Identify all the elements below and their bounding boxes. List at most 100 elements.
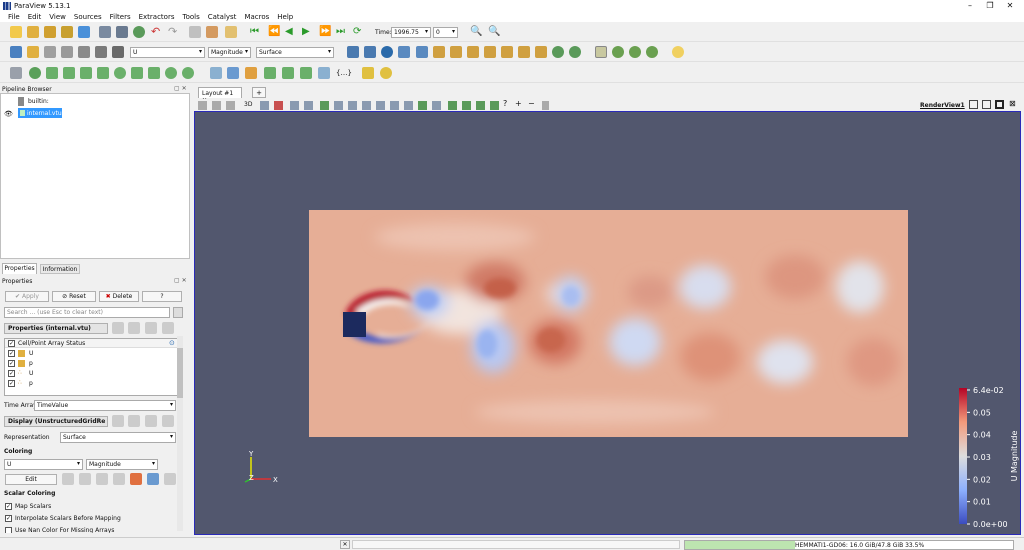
next-frame-icon[interactable]: ⏩ (319, 26, 331, 38)
properties-scrollbar[interactable] (177, 336, 183, 531)
advanced-gear-icon[interactable] (173, 307, 183, 318)
server-icon[interactable] (116, 26, 128, 38)
view-minus-y-icon[interactable] (484, 46, 496, 58)
view-plus-y-icon[interactable] (467, 46, 479, 58)
select-points-icon[interactable] (304, 101, 313, 110)
view-minus-z-icon[interactable] (518, 46, 530, 58)
first-frame-icon[interactable]: ⏮ (250, 26, 262, 38)
python-calculator-icon[interactable]: {…} (336, 67, 352, 79)
add-layout-button[interactable]: + (252, 87, 266, 98)
scrollbar-thumb[interactable] (177, 348, 183, 398)
shrink-selection-icon[interactable] (462, 101, 471, 110)
tab-layout-1[interactable]: Layout #1 ✕ (198, 87, 242, 104)
pipeline-item-builtin[interactable]: builtin: (28, 98, 49, 105)
interactive-select-icon[interactable] (362, 101, 371, 110)
save-icon[interactable] (162, 415, 174, 427)
snowflake-icon[interactable] (318, 67, 330, 79)
slice-icon[interactable] (63, 67, 75, 79)
histogram-icon[interactable] (227, 67, 239, 79)
reset-camera-small-icon[interactable] (198, 101, 207, 110)
extract-subset-icon[interactable] (97, 67, 109, 79)
clip-icon[interactable] (46, 67, 58, 79)
menu-tools[interactable]: Tools (178, 12, 203, 22)
plus-icon[interactable]: + (515, 99, 522, 108)
split-vertical-icon[interactable] (982, 100, 991, 109)
menu-extractors[interactable]: Extractors (135, 12, 179, 22)
help-button[interactable]: ? (142, 291, 182, 302)
transform-icon[interactable] (282, 67, 294, 79)
calculator-icon[interactable] (10, 67, 22, 79)
palette-icon[interactable] (225, 26, 237, 38)
maximize-view-icon[interactable] (995, 100, 1004, 109)
menu-help[interactable]: Help (273, 12, 297, 22)
plot-data-icon[interactable] (245, 67, 257, 79)
extract-level-icon[interactable] (182, 67, 194, 79)
play-reverse-icon[interactable]: ◀ (285, 26, 297, 38)
open-folder-icon[interactable] (27, 26, 39, 38)
clear-selection-icon[interactable] (490, 101, 499, 110)
zoom-to-data-icon[interactable] (364, 46, 376, 58)
close-window-button[interactable]: ✕ (1000, 0, 1020, 12)
pipeline-panel-buttons[interactable]: ▢ ✕ (174, 85, 187, 92)
edit-colormap-button[interactable]: Edit (5, 474, 57, 485)
tab-properties[interactable]: Properties (2, 263, 37, 274)
colorbar-toggle-icon[interactable] (147, 473, 159, 485)
menu-sources[interactable]: Sources (70, 12, 106, 22)
render-canvas[interactable]: Y X Z 6.4e-02 0.05 0.04 0.03 0.02 0.01 0.0e+00… (195, 112, 1020, 534)
group-datasets-icon[interactable] (165, 67, 177, 79)
time-value-field[interactable]: 1996.75 (391, 27, 431, 38)
menu-view[interactable]: View (45, 12, 70, 22)
query-icon[interactable]: 🔍 (488, 26, 500, 38)
render-view[interactable]: Y X Z 6.4e-02 0.05 0.04 0.03 0.02 0.01 0.0e+00… (194, 111, 1021, 535)
warp-by-vector-icon[interactable] (148, 67, 160, 79)
menu-catalyst[interactable]: Catalyst (204, 12, 241, 22)
tab-information[interactable]: Information (40, 264, 80, 274)
zoom-icon[interactable] (212, 101, 221, 110)
rescale-time-icon[interactable] (113, 473, 125, 485)
memory-bar[interactable]: HEMMATI1-GD06: 16.0 GiB/47.8 GiB 33.5% (684, 540, 1014, 550)
help-icon[interactable]: ? (503, 99, 507, 108)
pick-center-icon[interactable] (629, 46, 641, 58)
display-section-header[interactable]: Display (UnstructuredGridRe (4, 416, 108, 427)
array-checkbox-p-cell[interactable]: ✓ (8, 360, 15, 367)
array-checkbox-u-cell[interactable]: ✓ (8, 350, 15, 357)
extract-selection-icon[interactable] (418, 101, 427, 110)
reset-button[interactable]: ⊘ Reset (52, 291, 96, 302)
plot-selection-icon[interactable] (432, 101, 441, 110)
previous-frame-icon[interactable]: ⏪ (268, 26, 280, 38)
center-axes-icon[interactable] (612, 46, 624, 58)
property-search-input[interactable]: Search ... (use Esc to clear text) (4, 307, 170, 318)
zoom-to-box-icon[interactable] (398, 46, 410, 58)
stream-tracer-icon[interactable] (131, 67, 143, 79)
threshold-icon[interactable] (80, 67, 92, 79)
pipeline-item-selected[interactable]: internal.vtu (18, 108, 62, 118)
save-data-icon[interactable] (44, 26, 56, 38)
interpolate-scalars-checkbox[interactable]: ✓ (5, 515, 12, 522)
component-select[interactable]: Magnitude (208, 47, 251, 58)
split-horizontal-icon[interactable] (969, 100, 978, 109)
rescale-custom-icon[interactable] (79, 473, 91, 485)
restore-icon[interactable] (145, 322, 157, 334)
camera-undo-icon[interactable] (189, 26, 201, 38)
redo-icon[interactable]: ↷ (168, 26, 180, 38)
menu-filters[interactable]: Filters (106, 12, 135, 22)
view-name-label[interactable]: RenderView1 (920, 102, 965, 109)
paste-icon[interactable] (128, 322, 140, 334)
color-array-select[interactable]: U (130, 47, 205, 58)
nan-color-checkbox[interactable] (5, 527, 12, 533)
delete-button[interactable]: ✖ Delete (99, 291, 139, 302)
eye-visibility-icon[interactable]: 👁 (4, 110, 13, 118)
menu-file[interactable]: File (4, 12, 24, 22)
coloring-component-select[interactable]: Magnitude (86, 459, 158, 470)
apply-button[interactable]: ✔ Apply (5, 291, 49, 302)
find-data-icon[interactable]: 🔍 (470, 26, 482, 38)
select-block-icon[interactable] (348, 101, 357, 110)
select-points-frustum-icon[interactable] (334, 101, 343, 110)
temporal-icon[interactable] (300, 67, 312, 79)
connect-icon[interactable] (78, 26, 90, 38)
disconnect-icon[interactable] (99, 26, 111, 38)
properties-section-header[interactable]: Properties (internal.vtu) (4, 323, 108, 334)
select-cells-icon[interactable] (290, 101, 299, 110)
integrate-icon[interactable] (264, 67, 276, 79)
reset-range-icon[interactable] (44, 46, 56, 58)
